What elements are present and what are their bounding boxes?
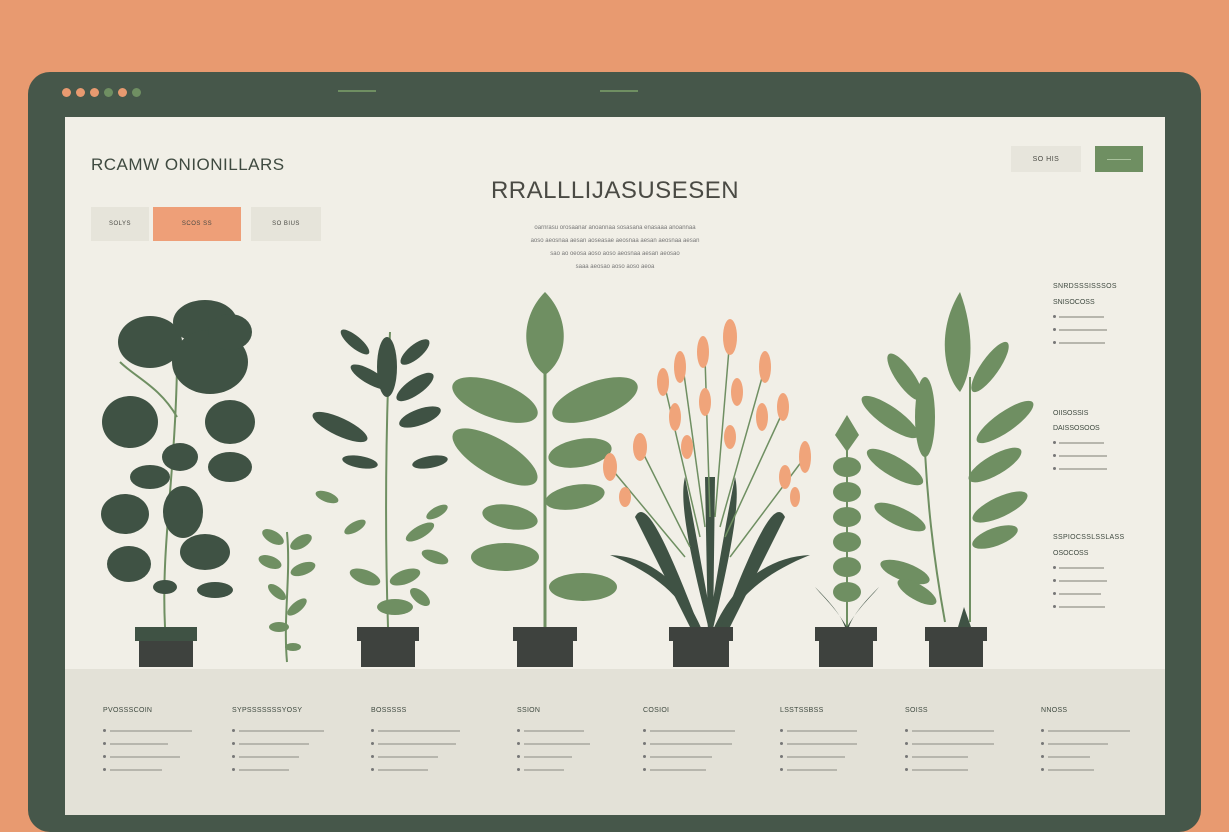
footer-link[interactable] [643,750,735,763]
footer-link[interactable] [1041,763,1130,776]
footer-link[interactable] [1041,737,1130,750]
window-dot[interactable] [104,88,113,97]
sidebar-item[interactable] [1053,323,1163,336]
monstera-plant [101,300,255,667]
window-dot[interactable] [118,88,127,97]
sidebar-subtitle[interactable]: OSOCOSS [1053,550,1163,557]
footer-link[interactable] [643,724,735,737]
sidebar-item[interactable] [1053,587,1163,600]
footer-column: COSIOI [643,707,735,776]
titlebar-accent-line [600,90,638,92]
ficus-plant [312,329,449,667]
footer-link[interactable] [780,763,857,776]
vine-plant [258,529,316,663]
sidebar-group-2: OIISOSSIS DAISSOSOOS [1053,401,1163,475]
footer-column: BOSSSSS [371,707,460,776]
footer-column: SYPSSSSSSSYOSY [232,707,324,776]
footer-link[interactable] [517,724,590,737]
footer-link[interactable] [371,724,460,737]
footer-link[interactable] [371,763,460,776]
sidebar-group-1: SNRDSSSISSSOS SNISOCOSS [1053,283,1163,349]
sidebar-item[interactable] [1053,600,1163,613]
sidebar-title: SNRDSSSISSSOS [1053,283,1117,290]
footer-column-heading[interactable]: COSIOI [643,707,735,714]
footer-link[interactable] [232,724,324,737]
footer-link[interactable] [905,750,994,763]
footer-link[interactable] [643,763,735,776]
sidebar-item[interactable] [1053,336,1163,349]
footer-link[interactable] [905,737,994,750]
footer-column-heading[interactable]: NNOSS [1041,707,1130,714]
footer-link[interactable] [103,737,192,750]
plants-illustration [101,292,1034,667]
sidebar-subtitle[interactable]: OIISOSSIS [1053,410,1163,417]
sidebar-item[interactable] [1053,449,1163,462]
sidebar-group-3: SSPIOCSSLSSLASS OSOCOSS [1053,534,1163,613]
footer-link[interactable] [232,763,324,776]
footer: PVOSSSCOIN SYPSSSSSSSYOSY BOSSSSS SSION … [65,669,1165,815]
sidebar-item[interactable] [1053,574,1163,587]
window-dot[interactable] [62,88,71,97]
window-dot[interactable] [132,88,141,97]
sidebar-subtitle-secondary[interactable]: DAISSOSOOS [1053,425,1163,432]
footer-column: SOISS [905,707,994,776]
footer-link[interactable] [517,763,590,776]
footer-column-heading[interactable]: LSSTSSBSS [780,707,857,714]
sidebar-item[interactable] [1053,310,1163,323]
window-dot[interactable] [76,88,85,97]
sidebar-item[interactable] [1053,561,1163,574]
footer-column: SSION [517,707,590,776]
footer-column: NNOSS [1041,707,1130,776]
monitor-bezel: RCAMW ONIONILLARS SO HIS SOLYS SCOS SS S… [28,72,1201,832]
sidebar-item[interactable] [1053,462,1163,475]
sidebar-subtitle[interactable]: SNISOCOSS [1053,299,1163,306]
footer-link[interactable] [103,750,192,763]
footer-link[interactable] [780,737,857,750]
flowering-plant [603,319,811,667]
footer-column-heading[interactable]: SSION [517,707,590,714]
footer-link[interactable] [780,724,857,737]
sidebar-item[interactable] [1053,436,1163,449]
tall-leaf-plant [861,292,1034,667]
footer-column-heading[interactable]: PVOSSSCOIN [103,707,192,714]
footer-link[interactable] [905,763,994,776]
footer-column-heading[interactable]: SYPSSSSSSSYOSY [232,707,324,714]
footer-link[interactable] [1041,750,1130,763]
footer-link[interactable] [103,724,192,737]
footer-link[interactable] [232,750,324,763]
footer-link[interactable] [232,737,324,750]
footer-link[interactable] [1041,724,1130,737]
rubber-plant [452,292,638,667]
footer-column-heading[interactable]: SOISS [905,707,994,714]
footer-link[interactable] [103,763,192,776]
sidebar-title: SSPIOCSSLSSLASS [1053,534,1125,541]
footer-column-heading[interactable]: BOSSSSS [371,707,460,714]
footer-link[interactable] [905,724,994,737]
app-screen: RCAMW ONIONILLARS SO HIS SOLYS SCOS SS S… [65,117,1165,815]
footer-link[interactable] [517,737,590,750]
footer-link[interactable] [371,737,460,750]
footer-column: PVOSSSCOIN [103,707,192,776]
footer-link[interactable] [371,750,460,763]
footer-link[interactable] [643,737,735,750]
footer-column: LSSTSSBSS [780,707,857,776]
footer-link[interactable] [517,750,590,763]
footer-link[interactable] [780,750,857,763]
window-dot[interactable] [90,88,99,97]
titlebar-accent-line [338,90,376,92]
window-controls [62,88,141,97]
